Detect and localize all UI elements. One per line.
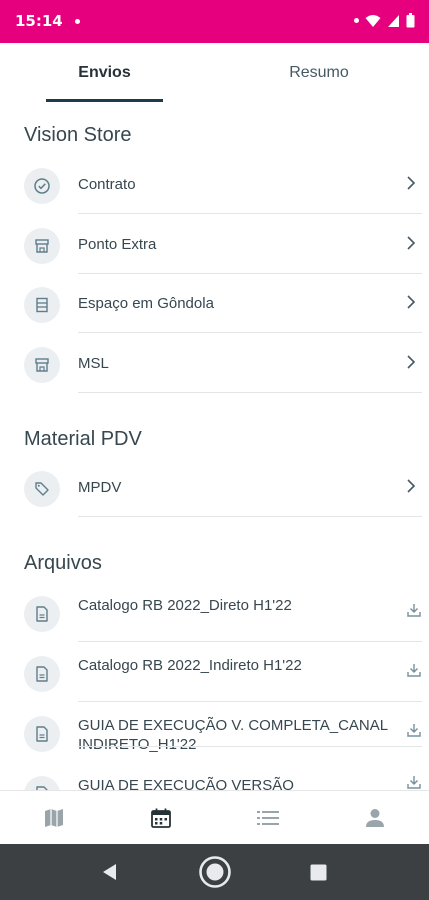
file-name: Catalogo RB 2022_Indireto H1'22 (78, 657, 302, 674)
battery-icon (406, 13, 415, 28)
file-name: GUIA DE EXECUÇÃO V. COMPLETA_CANAL INDIR… (78, 717, 388, 753)
divider (78, 213, 422, 214)
download-icon[interactable] (406, 774, 422, 790)
chevron-right-icon (407, 176, 416, 190)
list-item-label: Ponto Extra (78, 236, 157, 253)
notification-dot-icon (75, 19, 80, 24)
tab-resumo[interactable]: Resumo (255, 43, 383, 103)
divider (78, 641, 422, 642)
calendar-icon (150, 808, 171, 828)
store-icon (24, 228, 60, 264)
list-item-label: Contrato (78, 176, 136, 193)
file-item[interactable]: Catalogo RB 2022_Direto H1'22 (0, 586, 429, 646)
tab-indicator (46, 99, 163, 102)
file-name: GUIA DE EXECUÇÃO VERSÃO (78, 777, 294, 790)
download-icon[interactable] (406, 602, 422, 618)
list-item-contrato[interactable]: Contrato (0, 158, 429, 218)
list-item-ponto-extra[interactable]: Ponto Extra (0, 218, 429, 278)
divider (78, 701, 422, 702)
file-item[interactable]: GUIA DE EXECUÇÃO VERSÃO (0, 766, 429, 790)
back-button[interactable] (88, 844, 132, 900)
divider (78, 392, 422, 393)
tab-envios[interactable]: Envios (46, 43, 163, 103)
wifi-icon (365, 14, 381, 27)
store-icon (24, 347, 60, 383)
tab-bar: Envios Resumo (0, 43, 429, 103)
file-item[interactable]: GUIA DE EXECUÇÃO V. COMPLETA_CANAL INDIR… (0, 706, 429, 766)
file-icon (24, 776, 60, 790)
divider (78, 516, 422, 517)
system-navigation-bar (0, 844, 429, 900)
list-item-label: MPDV (78, 479, 122, 496)
list-item-label: MSL (78, 355, 109, 372)
list-item-mpdv[interactable]: MPDV (0, 461, 429, 521)
section-title-vision-store: Vision Store (24, 124, 132, 146)
recents-icon (310, 864, 326, 880)
home-button[interactable] (193, 844, 237, 900)
recents-button[interactable] (296, 844, 340, 900)
nav-calendar-button[interactable] (107, 791, 214, 845)
back-icon (103, 864, 116, 880)
home-icon (199, 856, 231, 888)
chevron-right-icon (407, 236, 416, 250)
check-circle-icon (24, 168, 60, 204)
shelf-icon (24, 287, 60, 323)
file-icon (24, 656, 60, 692)
status-time: 15:14 (15, 12, 63, 30)
tag-icon (24, 471, 60, 507)
section-title-material-pdv: Material PDV (24, 428, 142, 450)
list-item-msl[interactable]: MSL (0, 337, 429, 397)
file-icon (24, 716, 60, 752)
divider (78, 273, 422, 274)
notification-dot-icon (354, 18, 359, 23)
divider (78, 332, 422, 333)
list-item-espaco-em-gondola[interactable]: Espaço em Gôndola (0, 277, 429, 337)
chevron-right-icon (407, 355, 416, 369)
nav-map-button[interactable] (0, 791, 107, 845)
map-icon (44, 809, 63, 827)
nav-profile-button[interactable] (321, 791, 428, 845)
divider (78, 746, 422, 747)
section-title-arquivos: Arquivos (24, 552, 102, 574)
nav-list-button[interactable] (214, 791, 321, 845)
person-icon (365, 809, 384, 827)
chevron-right-icon (407, 479, 416, 493)
bottom-navigation (0, 790, 429, 844)
file-item[interactable]: Catalogo RB 2022_Indireto H1'22 (0, 646, 429, 706)
chevron-right-icon (407, 295, 416, 309)
file-name: Catalogo RB 2022_Direto H1'22 (78, 597, 292, 614)
status-icons (354, 13, 415, 28)
download-icon[interactable] (406, 722, 422, 738)
list-item-label: Espaço em Gôndola (78, 295, 214, 312)
list-icon (256, 811, 279, 825)
signal-icon (388, 14, 399, 27)
status-bar: 15:14 (0, 0, 429, 43)
download-icon[interactable] (406, 662, 422, 678)
file-icon (24, 596, 60, 632)
